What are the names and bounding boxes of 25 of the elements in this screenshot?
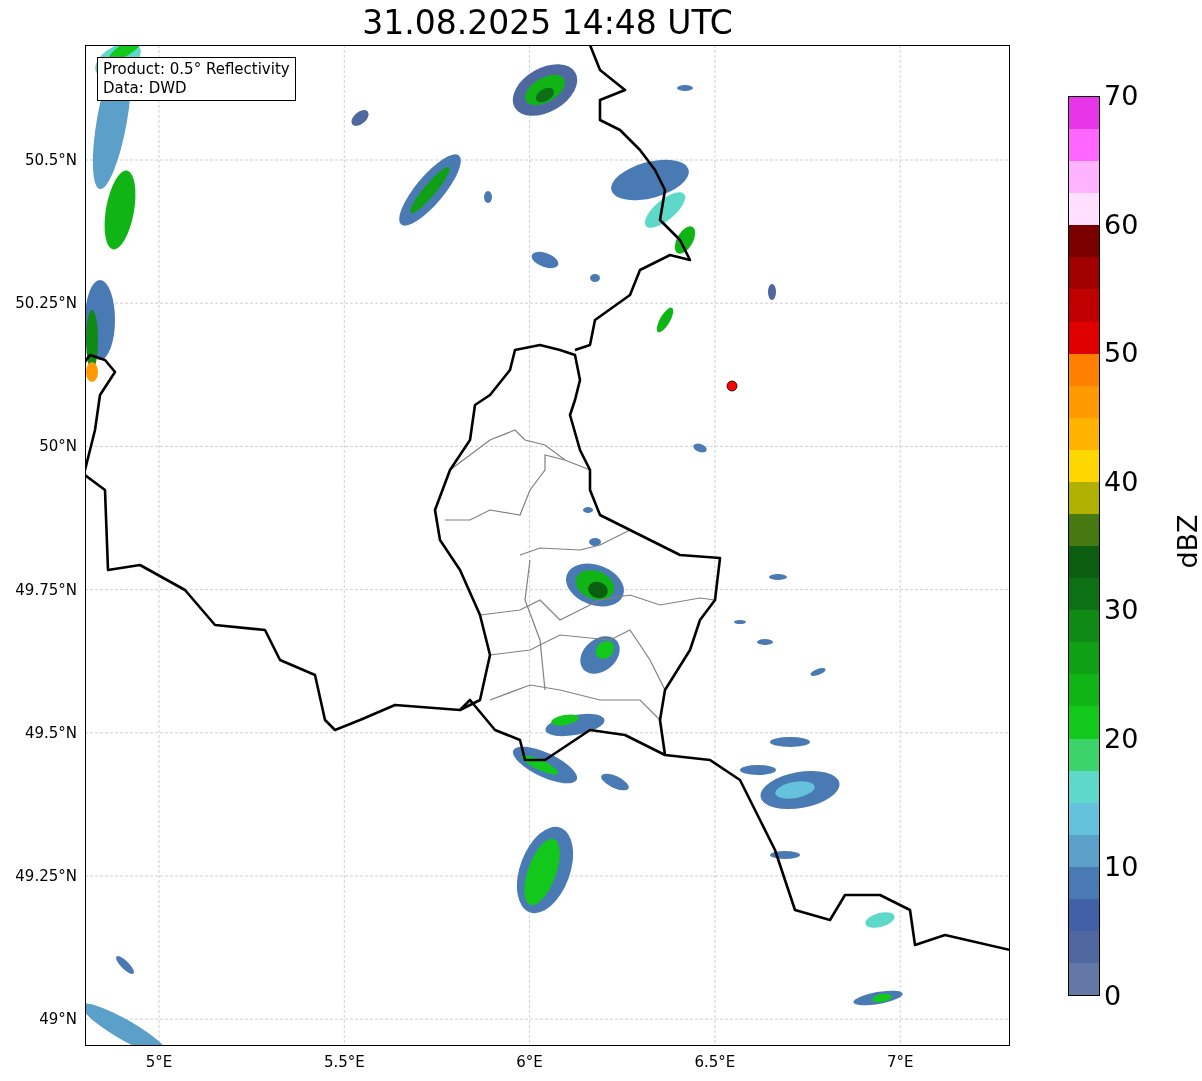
colorbar-tick-label: 30: [1104, 594, 1139, 627]
longitude-label: 5°E: [144, 1053, 174, 1071]
latitude-label: 49.75°N: [15, 580, 77, 599]
radar-station-marker: [726, 380, 738, 392]
colorbar-tick-label: 60: [1104, 208, 1139, 241]
info-text: Product: 0.5° Reflectivity: [103, 60, 290, 79]
longitude-label: 6.5°E: [693, 1053, 737, 1071]
latitude-label: 49.25°N: [15, 867, 77, 885]
colorbar-label: dBZ: [1171, 514, 1202, 569]
latitude-label: 50.5°N: [24, 151, 77, 169]
longitude-label: 7°E: [885, 1053, 915, 1071]
colorbar-tick-label: 0: [1104, 980, 1122, 1012]
longitude-label: 6°E: [515, 1053, 544, 1071]
longitude-label: 5.5°E: [322, 1053, 366, 1071]
info-text: Data: DWD: [103, 79, 188, 98]
colorbar-tick-label: 20: [1104, 722, 1139, 755]
latitude-label: 49°N: [39, 1010, 77, 1029]
chart-title: 31.08.2025 14:48 UTC: [361, 2, 734, 44]
colorbar-tick-label: 10: [1104, 851, 1139, 884]
latitude-label: 50.25°N: [15, 294, 77, 313]
colorbar-tick-label: 70: [1104, 80, 1139, 112]
latitude-label: 49.5°N: [24, 723, 77, 742]
colorbar-tick-label: 40: [1104, 465, 1139, 498]
colorbar-tick-label: 50: [1104, 337, 1139, 370]
latitude-label: 50°N: [39, 437, 77, 456]
